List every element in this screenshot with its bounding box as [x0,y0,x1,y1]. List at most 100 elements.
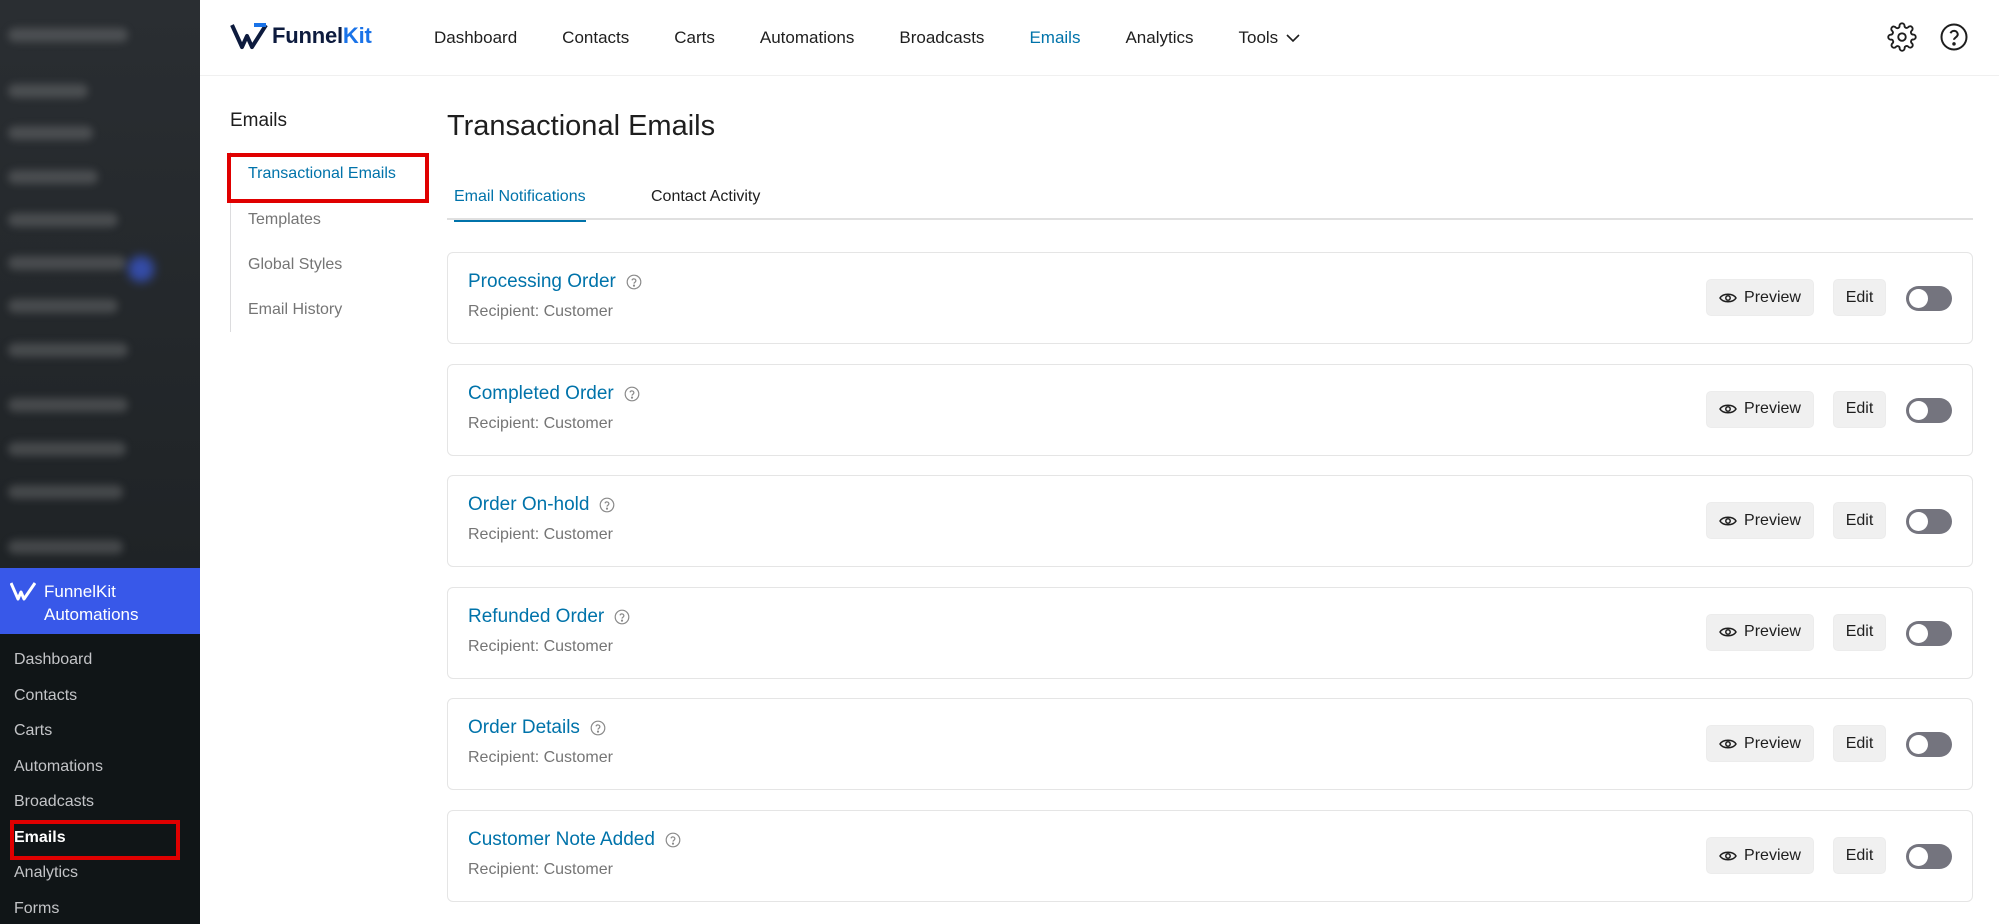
nav-item[interactable]: Automations [760,28,855,48]
wp-menu-item[interactable]: Analytics [0,855,200,891]
question-circle-icon[interactable] [599,497,615,513]
tab-email-notifications[interactable]: Email Notifications [454,188,586,222]
email-card: Processing Order Recipient: Customer Previ… [447,252,1973,344]
preview-label: Preview [1744,511,1801,529]
email-toggle[interactable] [1906,286,1952,311]
submenu-item[interactable]: Email History [231,287,430,332]
preview-label: Preview [1744,288,1801,306]
email-recipient: Recipient: Customer [468,749,613,767]
wp-menu-item[interactable]: Dashboard [0,642,200,678]
eye-icon [1719,739,1737,749]
preview-label: Preview [1744,734,1801,752]
email-title-text[interactable]: Order On-hold [468,494,589,516]
email-toggle[interactable] [1906,844,1952,869]
blurred-menu [0,0,200,568]
preview-button[interactable]: Preview [1706,725,1814,763]
email-recipient: Recipient: Customer [468,526,613,544]
email-recipient: Recipient: Customer [468,861,613,878]
wp-menu-item[interactable]: Automations [0,749,200,785]
toggle-knob [1909,289,1928,308]
email-card: Order Details Recipient: Customer Preview E… [447,698,1973,791]
toggle-knob [1909,400,1928,420]
email-recipient: Recipient: Customer [468,414,613,432]
question-circle-icon[interactable] [626,274,642,290]
email-title-text[interactable]: Completed Order [468,383,614,405]
edit-label: Edit [1845,288,1874,306]
question-circle-icon[interactable] [614,609,630,625]
brand-name: FunnelKit [272,23,372,48]
email-title[interactable]: Processing Order [468,271,642,293]
wp-menu-item[interactable]: Carts [0,713,200,749]
brand-logo[interactable]: FunnelKit [230,22,372,50]
email-toggle[interactable] [1906,620,1952,646]
edit-button[interactable]: Edit [1833,502,1886,540]
eye-icon [1719,627,1737,637]
email-title-text[interactable]: Refunded Order [468,606,604,628]
nav-item-label: Analytics [1125,28,1194,47]
gear-icon[interactable] [1887,22,1917,52]
plugin-name: FunnelKit Automations [44,582,139,624]
email-card: Completed Order Recipient: Customer Previe… [447,363,1973,456]
nav-item-label: Tools [1238,28,1279,47]
email-title[interactable]: Customer Note Added [468,829,681,851]
email-title[interactable]: Refunded Order [468,606,630,628]
top-bar: FunnelKit Dashboard Contacts Carts Automati… [200,0,1999,76]
plugin-menu-item[interactable]: FunnelKit Automations [0,568,200,634]
preview-label: Preview [1744,623,1801,641]
preview-button[interactable]: Preview [1706,279,1814,316]
nav-item[interactable]: Emails [1029,28,1080,48]
nav-item[interactable]: Broadcasts [899,28,984,48]
preview-button[interactable]: Preview [1706,390,1814,428]
wp-submenu: Dashboard Contacts Carts Automations Broadca… [0,634,200,924]
header-icons [1887,22,1969,52]
email-title[interactable]: Completed Order [468,383,640,405]
funnelkit-logo-icon [10,582,36,601]
email-title-text[interactable]: Customer Note Added [468,829,655,851]
nav-item[interactable]: Dashboard [434,28,517,48]
edit-button[interactable]: Edit [1833,725,1886,763]
toggle-knob [1909,735,1928,755]
email-toggle[interactable] [1906,509,1952,535]
wp-menu-item[interactable]: Contacts [0,678,200,714]
email-toggle[interactable] [1906,397,1952,423]
wp-menu-item[interactable]: Broadcasts [0,784,200,820]
preview-label: Preview [1744,846,1801,864]
question-circle-icon[interactable] [590,720,606,736]
annotation-box-transactional [227,153,429,203]
preview-label: Preview [1744,400,1801,418]
nav-item-label: Broadcasts [899,28,985,47]
eye-icon [1719,851,1737,860]
question-circle-icon[interactable] [624,386,640,402]
edit-button[interactable]: Edit [1833,279,1886,316]
toggle-knob [1909,623,1928,643]
preview-button[interactable]: Preview [1706,502,1814,540]
wp-menu-item[interactable]: Forms [0,891,200,924]
toggle-knob [1909,512,1928,532]
nav-item[interactable]: Analytics [1125,28,1193,48]
eye-icon [1719,516,1737,526]
preview-button[interactable]: Preview [1706,837,1814,874]
nav-item[interactable]: Carts [674,28,715,48]
email-title[interactable]: Order Details [468,717,606,739]
nav-item-label: Carts [674,28,715,47]
email-title-text[interactable]: Processing Order [468,271,616,293]
preview-button[interactable]: Preview [1706,613,1814,651]
edit-label: Edit [1845,400,1874,418]
submenu-item[interactable]: Global Styles [231,242,430,287]
edit-button[interactable]: Edit [1833,390,1886,428]
help-icon[interactable] [1939,22,1969,52]
email-toggle[interactable] [1906,732,1952,758]
question-circle-icon[interactable] [665,832,681,848]
email-title[interactable]: Order On-hold [468,494,615,516]
email-card: Refunded Order Recipient: Customer Preview… [447,586,1973,679]
nav-item[interactable]: Tools [1238,28,1300,48]
edit-label: Edit [1845,511,1874,529]
edit-button[interactable]: Edit [1833,837,1886,874]
email-title-text[interactable]: Order Details [468,717,580,739]
page-title: Transactional Emails [447,110,716,142]
nav-item[interactable]: Contacts [562,28,629,48]
submenu-item[interactable]: Templates [231,197,430,242]
nav-item-label: Automations [759,28,855,47]
tab-contact-activity[interactable]: Contact Activity [651,188,760,220]
edit-button[interactable]: Edit [1833,613,1886,651]
